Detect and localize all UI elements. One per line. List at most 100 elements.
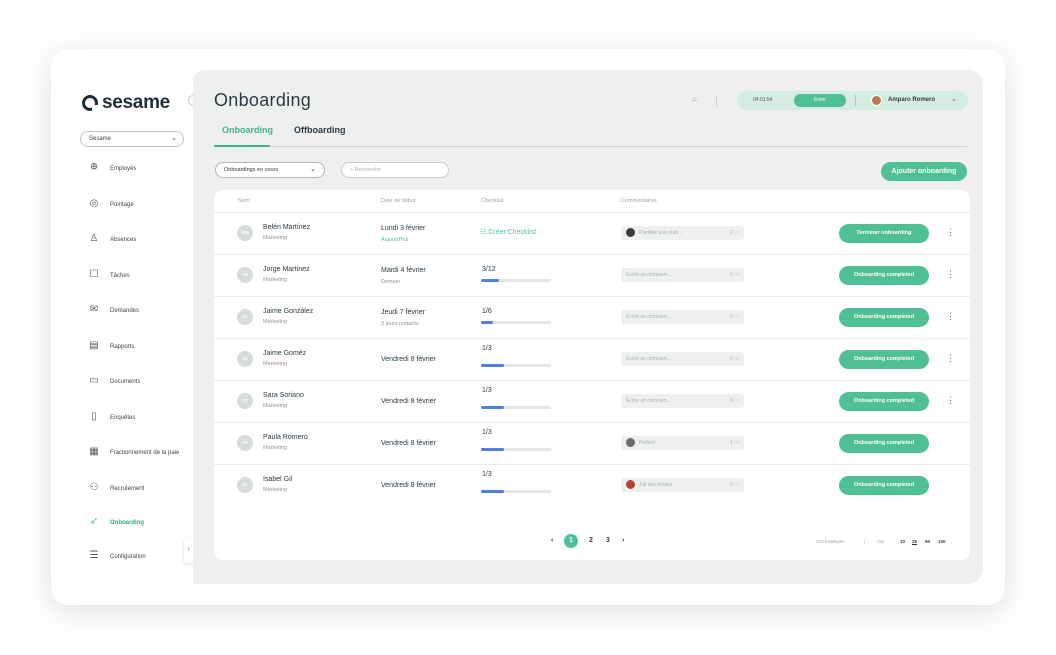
sidebar-item-absences[interactable]: ♙ Absences xyxy=(87,234,187,244)
per-page-option[interactable]: 100 xyxy=(938,539,946,544)
search-icon[interactable]: ⌕ xyxy=(692,94,698,105)
sidebar-item-label: Pointage xyxy=(110,202,134,208)
clipboard-icon: ▯ xyxy=(91,411,97,422)
sidebar-item-recrutement[interactable]: ⚇ Recrutement xyxy=(87,483,187,493)
sidebar-item-label: Onboarding xyxy=(110,520,144,526)
sidebar-item-pointage[interactable]: ◎ Pointage xyxy=(87,199,187,209)
checklist-progress-label: 1/6 xyxy=(482,308,492,315)
sidebar-item-employés[interactable]: ꔮ Employés xyxy=(87,163,187,173)
employee-name[interactable]: Paula Romero xyxy=(263,434,308,441)
start-date-note: 3 jours restants xyxy=(381,321,419,327)
more-options-icon[interactable]: ⋮ xyxy=(946,395,955,406)
comment-input[interactable]: Écrire un commen... 0 ▭ xyxy=(621,352,744,366)
table-row[interactable]: JG Jaime González Marketing Jeudi 7 février… xyxy=(214,296,970,338)
enter-button[interactable]: Enter xyxy=(794,94,846,107)
page-button[interactable]: 3 xyxy=(606,534,610,548)
create-checklist-link[interactable]: ☷ Créer Checklist xyxy=(480,228,536,236)
sidebar-item-onboarding[interactable]: ➶ Onboarding xyxy=(87,517,187,527)
previous-page-icon[interactable]: ‹ xyxy=(551,534,553,548)
more-options-icon[interactable]: ⋮ xyxy=(946,353,955,364)
onboarding-action-button[interactable]: Onboarding completed xyxy=(839,308,929,327)
sidebar-item-tâches[interactable]: ☐ Tâches xyxy=(87,270,187,280)
checklist-progress-fill xyxy=(481,448,505,451)
onboarding-action-button[interactable]: Onboarding completed xyxy=(839,350,929,369)
next-page-icon[interactable]: › xyxy=(622,534,624,548)
table-row[interactable]: JM Jorge Martínez Marketing Mardi 4 février… xyxy=(214,254,970,296)
sidebar-item-demandes[interactable]: ✉ Demandes xyxy=(87,305,187,315)
person-icon: ♙ xyxy=(89,233,99,244)
sidebar-item-label: Documents xyxy=(110,379,141,385)
divider xyxy=(716,95,717,107)
sesame-logo-icon xyxy=(82,95,98,111)
onboarding-action-button[interactable]: Terminer onboarding xyxy=(839,224,929,243)
comment-input[interactable]: Perfect 1 ▭ xyxy=(621,436,744,450)
start-date-note: Demain xyxy=(381,279,400,285)
employee-name[interactable]: Isabel Gil xyxy=(263,476,292,483)
checklist-progress-label: 1/3 xyxy=(482,429,492,436)
employee-name[interactable]: Jaime Goméz xyxy=(263,350,306,357)
sidebar-item-label: Enquêtes xyxy=(110,415,136,421)
comment-icon: ▭ xyxy=(734,482,739,488)
per-page-option[interactable]: 10 xyxy=(900,539,905,544)
page-button-current[interactable]: 1 xyxy=(564,534,578,548)
clock-widget: 04:01:54 Enter Amparo Romero ⌄ xyxy=(737,91,968,110)
onboarding-action-button[interactable]: Onboarding completed xyxy=(839,476,929,495)
sidebar-item-fractionnement-de-la-paie[interactable]: ▦ Fractionnement de la paie xyxy=(87,447,187,457)
employee-name[interactable]: Jaime González xyxy=(263,308,313,315)
checklist-progress-fill xyxy=(481,406,505,409)
per-page-option-selected[interactable]: 25 xyxy=(912,539,917,544)
tab-offboarding[interactable]: Offboarding xyxy=(294,125,346,135)
sidebar-item-documents[interactable]: ▭ Documents xyxy=(87,376,187,386)
page-button[interactable]: 2 xyxy=(589,534,593,548)
comment-author-avatar xyxy=(626,479,635,489)
status-filter-select[interactable]: Onboardings en cours ⌄ xyxy=(215,162,325,178)
start-date: Vendredi 8 février xyxy=(381,440,436,447)
sidebar-item-label: Configuration xyxy=(110,554,146,560)
checklist-progress-fill xyxy=(481,321,493,324)
table-row[interactable]: JG Jaime Goméz Marketing Vendredi 8 février… xyxy=(214,338,970,380)
comment-input[interactable]: Écrire un commen... 0 ▭ xyxy=(621,310,744,324)
logo[interactable]: sesame xyxy=(82,92,170,114)
comment-input[interactable]: J'ai des doutes 2 ▭ xyxy=(621,478,744,492)
start-date: Jeudi 7 février xyxy=(381,309,425,316)
comment-text: Planifier une réun... xyxy=(639,230,683,236)
list-icon: ☷ xyxy=(480,229,489,236)
sidebar-item-enquêtes[interactable]: ▯ Enquêtes xyxy=(87,412,187,422)
onboarding-action-button[interactable]: Onboarding completed xyxy=(839,434,929,453)
search-input[interactable]: ⌕ Recherche xyxy=(341,162,449,178)
more-options-icon[interactable]: ⋮ xyxy=(946,269,955,280)
more-options-icon[interactable]: ⋮ xyxy=(946,227,955,238)
employee-name[interactable]: Sara Soriano xyxy=(263,392,304,399)
comment-input[interactable]: Écrire un commen... 0 ▭ xyxy=(621,268,744,282)
onboarding-action-button[interactable]: Onboarding completed xyxy=(839,392,929,411)
employee-name[interactable]: Belén Martínez xyxy=(263,224,310,231)
table-row[interactable]: PR Paula Romero Marketing Vendredi 8 févrie… xyxy=(214,422,970,464)
user-name[interactable]: Amparo Romero xyxy=(888,97,935,103)
user-avatar[interactable] xyxy=(871,95,882,106)
divider: | xyxy=(864,539,866,544)
checklist-progress-label: 1/3 xyxy=(482,387,492,394)
comment-input[interactable]: Écrire un commen... 0 ▭ xyxy=(621,394,744,408)
comment-text: Perfect xyxy=(639,440,655,446)
chevron-down-icon[interactable]: ⌄ xyxy=(951,95,957,103)
company-select[interactable]: Sesame ⌄ xyxy=(80,131,184,147)
comment-input[interactable]: Planifier une réun... 2 ▭ xyxy=(621,226,744,240)
comment-count: 0 ▭ xyxy=(730,398,739,404)
rocket-icon: ➶ xyxy=(89,516,99,527)
comment-count: 0 ▭ xyxy=(730,356,739,362)
more-options-icon[interactable]: ⋮ xyxy=(946,311,955,322)
comment-icon: ▭ xyxy=(734,356,739,362)
tab-onboarding[interactable]: Onboarding xyxy=(222,125,273,135)
sidebar-item-configuration[interactable]: ☰ Configuration xyxy=(87,551,187,561)
per-page-option[interactable]: 50 xyxy=(925,539,930,544)
table-row[interactable]: IG Isabel Gil Marketing Vendredi 8 février 1… xyxy=(214,464,970,506)
sidebar-item-rapports[interactable]: ▤ Rapports xyxy=(87,341,187,351)
sidebar-item-label: Fractionnement de la paie xyxy=(110,450,180,456)
table-row[interactable]: BM Belén Martínez Marketing Lundi 3 février… xyxy=(214,212,970,254)
collapse-sidebar-handle[interactable]: ‹ xyxy=(184,537,193,563)
onboarding-action-button[interactable]: Onboarding completed xyxy=(839,266,929,285)
comment-icon: ▭ xyxy=(734,440,739,446)
table-row[interactable]: SS Sara Soriano Marketing Vendredi 8 févrie… xyxy=(214,380,970,422)
add-onboarding-button[interactable]: Ajouter onboarding xyxy=(881,162,967,181)
employee-name[interactable]: Jorge Martínez xyxy=(263,266,310,273)
